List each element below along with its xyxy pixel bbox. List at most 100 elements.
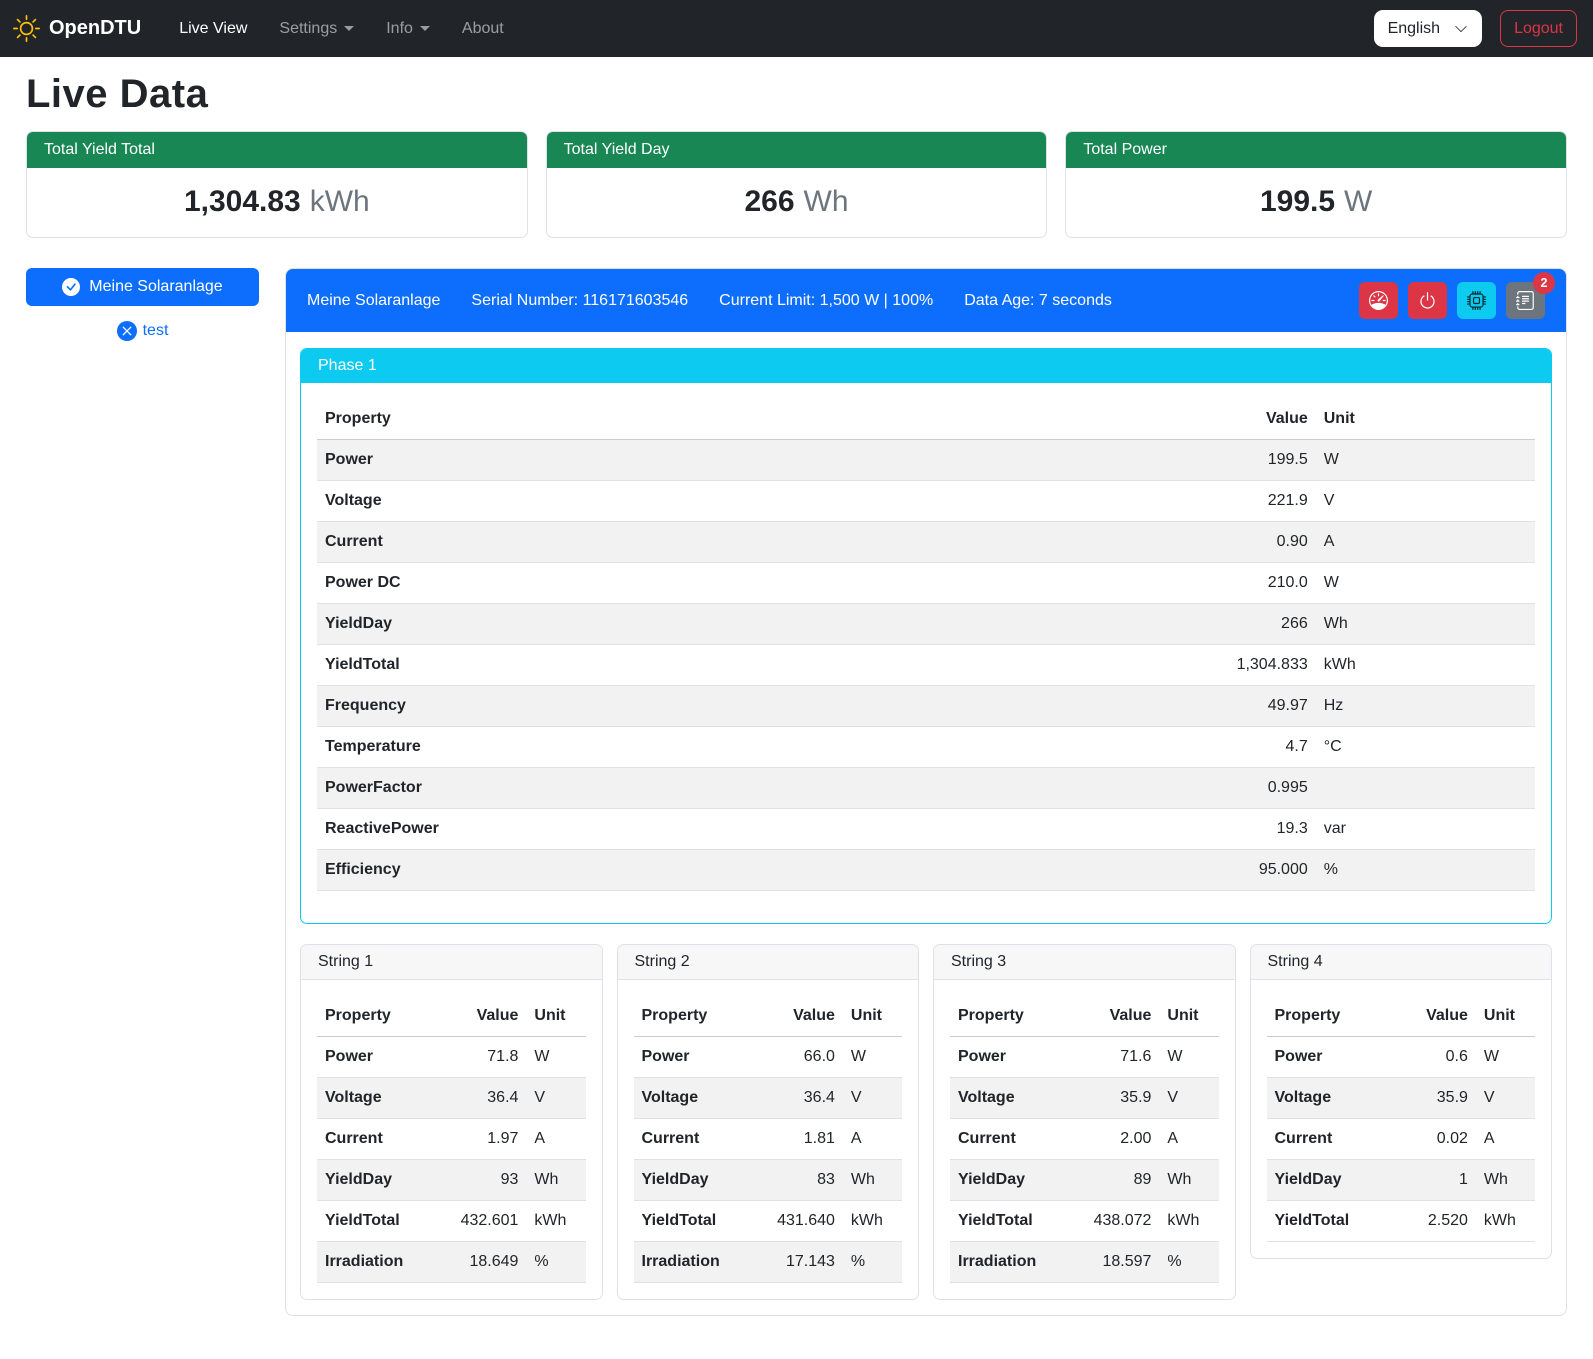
unit-cell: A bbox=[1159, 1119, 1218, 1160]
language-value: English bbox=[1388, 20, 1440, 38]
table-row: Frequency49.97Hz bbox=[317, 686, 1535, 727]
property-cell: Irradiation bbox=[950, 1242, 1068, 1283]
brand-label: OpenDTU bbox=[49, 17, 141, 40]
unit-cell: A bbox=[1316, 522, 1535, 563]
unit-cell: V bbox=[843, 1078, 902, 1119]
string-3-card: String 3 PropertyValueUnitPower71.6WVolt… bbox=[933, 944, 1236, 1300]
top-navbar: OpenDTU Live View Settings Info About En… bbox=[0, 0, 1593, 57]
property-cell: YieldDay bbox=[317, 604, 1194, 645]
property-cell: Power bbox=[950, 1037, 1068, 1078]
sidebar-item-meine-solaranlage[interactable]: Meine Solaranlage bbox=[26, 268, 259, 306]
property-cell: Power DC bbox=[317, 563, 1194, 604]
table-row: Current1.97A bbox=[317, 1119, 586, 1160]
property-cell: YieldTotal bbox=[1267, 1201, 1385, 1242]
column-header: Value bbox=[1385, 996, 1476, 1037]
property-cell: ReactivePower bbox=[317, 809, 1194, 850]
inverter-serial: Serial Number: 116171603546 bbox=[471, 292, 688, 310]
page-title: Live Data bbox=[26, 72, 1567, 117]
column-header: Unit bbox=[843, 996, 902, 1037]
table-row: Voltage35.9V bbox=[1267, 1078, 1536, 1119]
value-cell: 49.97 bbox=[1194, 686, 1316, 727]
table-row: Voltage221.9V bbox=[317, 481, 1535, 522]
property-cell: YieldDay bbox=[634, 1160, 752, 1201]
unit-cell: A bbox=[843, 1119, 902, 1160]
column-header: Property bbox=[317, 399, 1194, 440]
value-cell: 18.597 bbox=[1068, 1242, 1159, 1283]
column-header: Unit bbox=[1159, 996, 1218, 1037]
sidebar-item-label: Meine Solaranlage bbox=[89, 278, 222, 296]
property-cell: Current bbox=[317, 522, 1194, 563]
value-cell: 0.995 bbox=[1194, 768, 1316, 809]
column-header: Value bbox=[1068, 996, 1159, 1037]
table-row: Power199.5W bbox=[317, 440, 1535, 481]
unit-cell bbox=[1316, 768, 1535, 809]
power-button[interactable] bbox=[1408, 282, 1447, 319]
nav-item-about[interactable]: About bbox=[448, 12, 518, 46]
inverter-name: Meine Solaranlage bbox=[307, 292, 440, 310]
nav-item-settings[interactable]: Settings bbox=[265, 12, 368, 46]
nav-item-live-view[interactable]: Live View bbox=[165, 12, 261, 46]
language-select[interactable]: English bbox=[1374, 10, 1482, 47]
value-cell: 210.0 bbox=[1194, 563, 1316, 604]
table-row: Voltage36.4V bbox=[317, 1078, 586, 1119]
value-cell: 93 bbox=[435, 1160, 526, 1201]
table-row: YieldDay83Wh bbox=[634, 1160, 903, 1201]
property-cell: Current bbox=[950, 1119, 1068, 1160]
value-cell: 71.8 bbox=[435, 1037, 526, 1078]
value-cell: 1.81 bbox=[752, 1119, 843, 1160]
table-header-row: PropertyValueUnit bbox=[1267, 996, 1536, 1037]
nav-item-info[interactable]: Info bbox=[372, 12, 444, 46]
total-yield-total-card: Total Yield Total 1,304.83kWh bbox=[26, 131, 528, 238]
unit-cell: kWh bbox=[843, 1201, 902, 1242]
string-3-table: PropertyValueUnitPower71.6WVoltage35.9VC… bbox=[950, 996, 1219, 1283]
column-header: Unit bbox=[1316, 399, 1535, 440]
card-unit: W bbox=[1344, 185, 1372, 218]
sun-icon bbox=[13, 15, 40, 42]
column-header: Value bbox=[435, 996, 526, 1037]
property-cell: Frequency bbox=[317, 686, 1194, 727]
phase-table: PropertyValueUnitPower199.5WVoltage221.9… bbox=[317, 399, 1535, 891]
nav-right: English Logout bbox=[1374, 10, 1577, 47]
value-cell: 1,304.833 bbox=[1194, 645, 1316, 686]
value-cell: 18.649 bbox=[435, 1242, 526, 1283]
table-row: ReactivePower19.3var bbox=[317, 809, 1535, 850]
table-row: YieldTotal438.072kWh bbox=[950, 1201, 1219, 1242]
unit-cell: °C bbox=[1316, 727, 1535, 768]
logout-button[interactable]: Logout bbox=[1500, 10, 1577, 47]
property-cell: Voltage bbox=[1267, 1078, 1385, 1119]
unit-cell: W bbox=[843, 1037, 902, 1078]
table-header-row: PropertyValueUnit bbox=[950, 996, 1219, 1037]
inverter-header: Meine Solaranlage Serial Number: 1161716… bbox=[286, 269, 1566, 332]
card-title: Total Yield Day bbox=[547, 132, 1047, 168]
table-row: YieldTotal431.640kWh bbox=[634, 1201, 903, 1242]
unit-cell: Wh bbox=[843, 1160, 902, 1201]
table-row: YieldTotal2.520kWh bbox=[1267, 1201, 1536, 1242]
value-cell: 35.9 bbox=[1068, 1078, 1159, 1119]
card-value: 1,304.83 bbox=[184, 185, 301, 218]
table-row: YieldDay89Wh bbox=[950, 1160, 1219, 1201]
device-info-button[interactable] bbox=[1457, 282, 1496, 319]
property-cell: PowerFactor bbox=[317, 768, 1194, 809]
event-log-button[interactable]: 2 bbox=[1506, 282, 1545, 319]
string-title: String 4 bbox=[1251, 945, 1552, 980]
value-cell: 0.02 bbox=[1385, 1119, 1476, 1160]
column-header: Value bbox=[1194, 399, 1316, 440]
unit-cell: W bbox=[1159, 1037, 1218, 1078]
value-cell: 2.00 bbox=[1068, 1119, 1159, 1160]
property-cell: Current bbox=[1267, 1119, 1385, 1160]
value-cell: 71.6 bbox=[1068, 1037, 1159, 1078]
unit-cell: V bbox=[526, 1078, 585, 1119]
brand[interactable]: OpenDTU bbox=[13, 15, 141, 42]
unit-cell: V bbox=[1316, 481, 1535, 522]
table-row: Irradiation18.649% bbox=[317, 1242, 586, 1283]
unit-cell: % bbox=[843, 1242, 902, 1283]
table-row: Temperature4.7°C bbox=[317, 727, 1535, 768]
column-header: Unit bbox=[1476, 996, 1535, 1037]
value-cell: 1 bbox=[1385, 1160, 1476, 1201]
unit-cell: V bbox=[1476, 1078, 1535, 1119]
limit-settings-button[interactable] bbox=[1359, 282, 1398, 319]
sidebar-item-test[interactable]: test bbox=[26, 321, 259, 341]
table-row: YieldTotal432.601kWh bbox=[317, 1201, 586, 1242]
value-cell: 221.9 bbox=[1194, 481, 1316, 522]
unit-cell: A bbox=[1476, 1119, 1535, 1160]
